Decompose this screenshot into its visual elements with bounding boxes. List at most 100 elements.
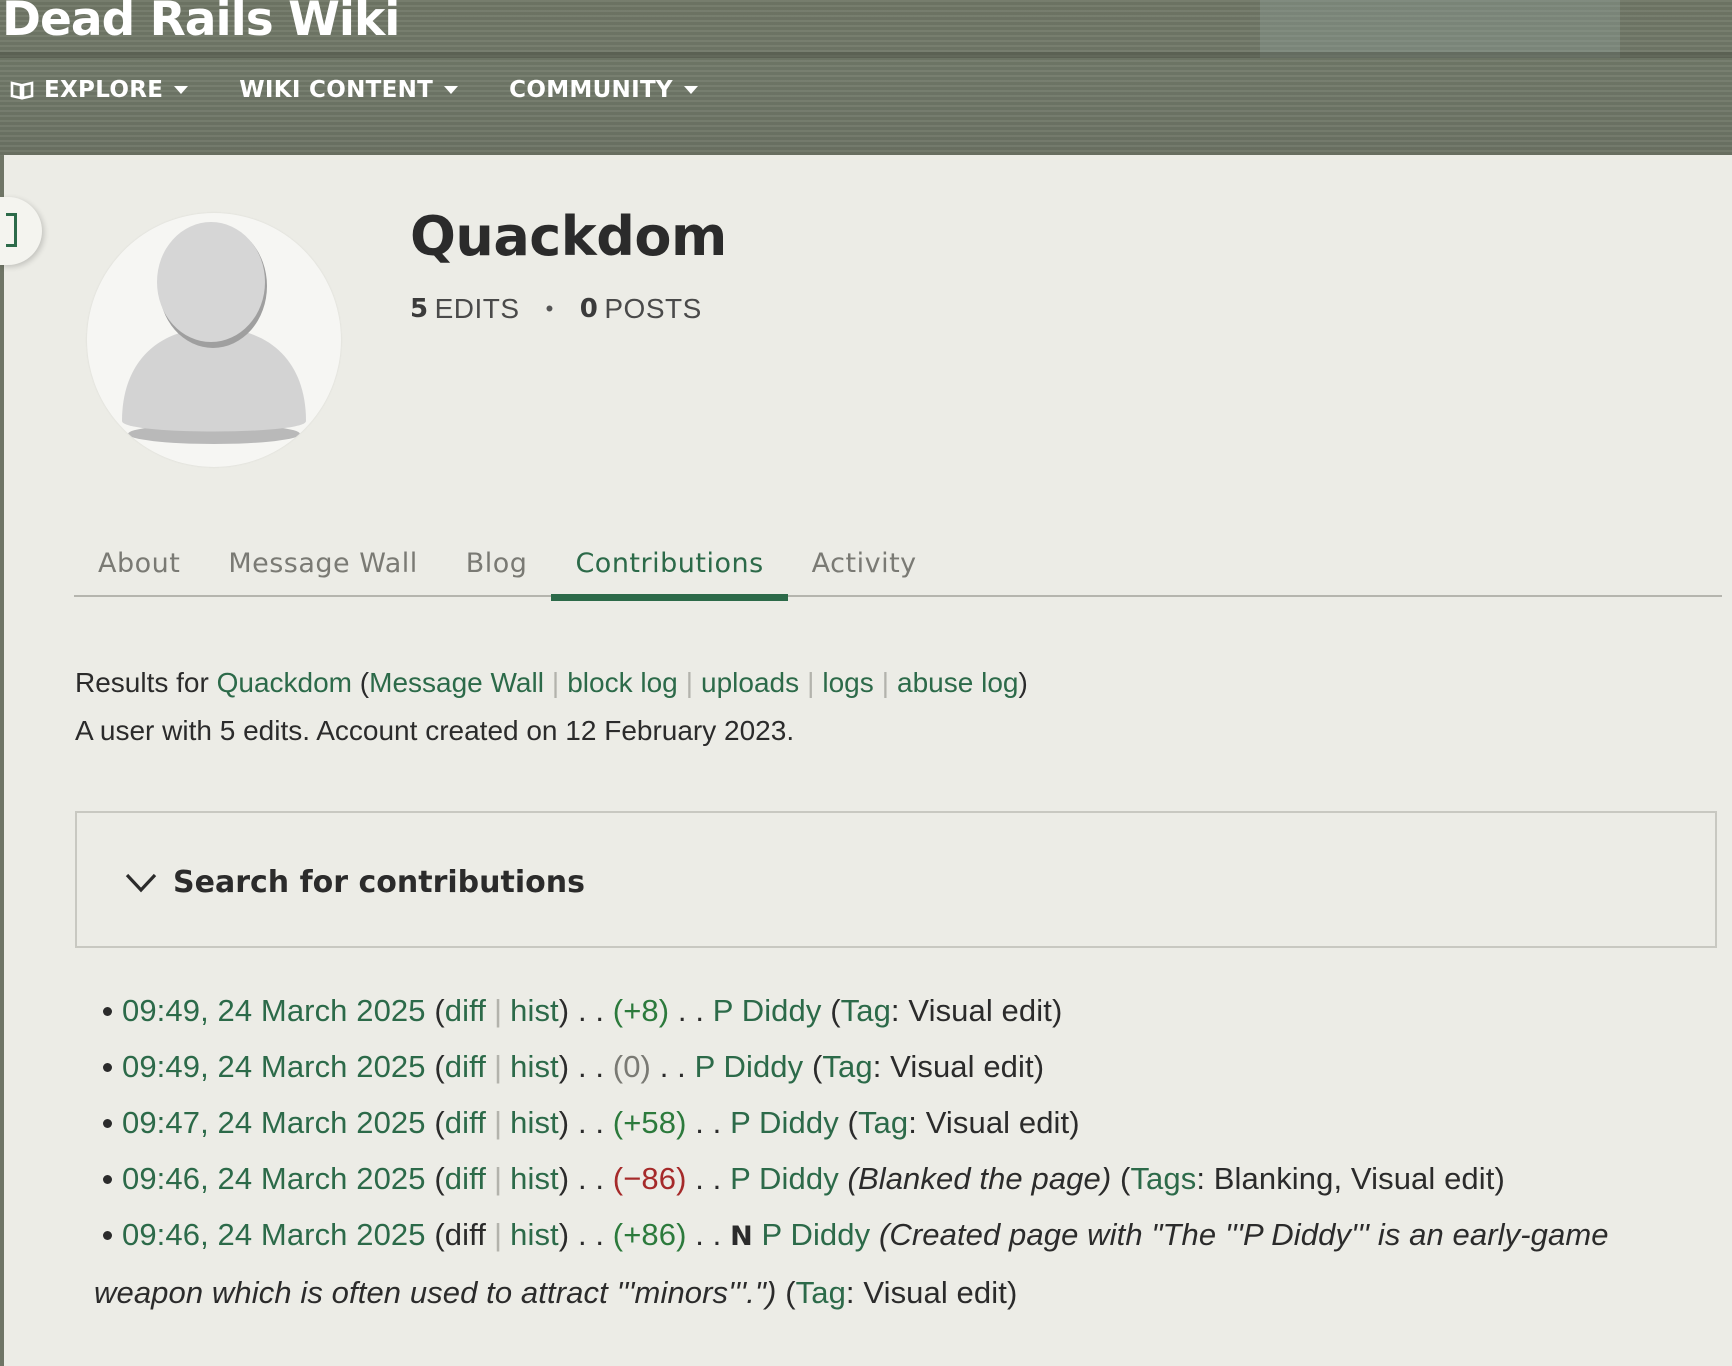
- page-link[interactable]: P Diddy: [713, 993, 822, 1028]
- wiki-title[interactable]: Dead Rails Wiki: [2, 0, 400, 48]
- page-link[interactable]: P Diddy: [730, 1161, 839, 1196]
- list-item: 09:46, 24 March 2025 ( diff | hist) . . (−8…: [94, 1151, 1714, 1207]
- dots: . .: [695, 1161, 722, 1196]
- link-separator: |: [493, 1049, 503, 1084]
- size-change: (0): [612, 1049, 651, 1084]
- colon: :: [908, 1105, 926, 1140]
- dots: . .: [577, 1049, 605, 1084]
- chevron-down-icon: [174, 86, 189, 94]
- contribution-time-link[interactable]: 09:49, 24 March 2025: [122, 1049, 426, 1084]
- wiki-nav: EXPLORE WIKI CONTENT COMMUNITY: [0, 72, 749, 108]
- paren-close: ): [1033, 1049, 1045, 1084]
- diff-link[interactable]: diff: [445, 1161, 486, 1196]
- tab-contributions[interactable]: Contributions: [551, 543, 788, 601]
- link-separator: |: [551, 667, 560, 698]
- dots: . .: [695, 1217, 722, 1252]
- tag-link[interactable]: Tag: [858, 1105, 908, 1140]
- paren-open: (: [434, 1049, 445, 1084]
- colon: :: [872, 1049, 891, 1084]
- uploads-link[interactable]: uploads: [701, 667, 799, 698]
- posts-label: POSTS: [604, 293, 702, 324]
- logs-link[interactable]: logs: [822, 667, 873, 698]
- tag-link[interactable]: Tag: [796, 1275, 846, 1310]
- list-item: 09:49, 24 March 2025 (diff | hist) . . (0)…: [94, 1039, 1714, 1095]
- diff-link[interactable]: diff: [445, 1049, 486, 1084]
- paren-close: ): [1018, 667, 1028, 698]
- tag-link[interactable]: Tags: [1130, 1161, 1196, 1196]
- link-separator: |: [493, 1105, 503, 1140]
- paren-open: (: [352, 667, 370, 698]
- chevron-down-icon: [125, 873, 157, 893]
- link-separator: |: [685, 667, 693, 698]
- paren-close: ): [1006, 1275, 1018, 1310]
- hist-link[interactable]: hist: [510, 1161, 559, 1196]
- list-item: 09:49, 24 March 2025 (diff | hist) . . (+8…: [94, 983, 1714, 1039]
- user-link[interactable]: Quackdom: [217, 667, 352, 698]
- paren-close: ): [558, 1217, 570, 1252]
- contribution-time-link[interactable]: 09:46, 24 March 2025: [122, 1161, 426, 1196]
- paren-open: (: [811, 1049, 823, 1084]
- dots: . .: [577, 1217, 605, 1252]
- paren-close: ): [558, 993, 570, 1028]
- expand-sidebar-button[interactable]: [0, 197, 42, 265]
- diff-text: diff: [444, 1217, 486, 1252]
- wiki-header: Dead Rails Wiki EXPLORE WIKI CONTENT COM…: [0, 0, 1732, 156]
- nav-community-label: COMMUNITY: [509, 77, 673, 103]
- tag-link[interactable]: Tag: [822, 1049, 872, 1084]
- hist-link[interactable]: hist: [510, 1217, 559, 1252]
- page-link[interactable]: P Diddy: [695, 1049, 804, 1084]
- dots: . .: [695, 1105, 722, 1140]
- nav-wiki-content[interactable]: WIKI CONTENT: [239, 77, 459, 103]
- diff-link[interactable]: diff: [445, 1105, 486, 1140]
- list-item-continuation: weapon which is often used to attract ''…: [94, 1265, 1714, 1321]
- expand-icon: [6, 213, 17, 247]
- contributions-list: 09:49, 24 March 2025 (diff | hist) . . (+8…: [94, 983, 1714, 1321]
- nav-explore[interactable]: EXPLORE: [0, 77, 189, 103]
- search-contributions-panel[interactable]: Search for contributions: [75, 811, 1717, 948]
- paren-close: ): [1051, 993, 1063, 1028]
- nav-community[interactable]: COMMUNITY: [509, 77, 699, 103]
- paren-close: ): [558, 1105, 570, 1140]
- block-log-link[interactable]: block log: [567, 667, 678, 698]
- tab-activity[interactable]: Activity: [788, 543, 941, 597]
- tab-message-wall[interactable]: Message Wall: [204, 543, 441, 597]
- header-background-glow: [1260, 0, 1620, 58]
- hist-link[interactable]: hist: [510, 1105, 559, 1140]
- link-separator: |: [807, 667, 815, 698]
- contribution-time-link[interactable]: 09:49, 24 March 2025: [122, 993, 426, 1028]
- dots: . .: [577, 1161, 605, 1196]
- abuse-log-link[interactable]: abuse log: [897, 667, 1018, 698]
- page-link[interactable]: P Diddy: [762, 1217, 871, 1252]
- avatar[interactable]: [87, 213, 341, 467]
- message-wall-link[interactable]: Message Wall: [369, 667, 544, 698]
- tab-about[interactable]: About: [74, 543, 204, 597]
- paren-close: ): [558, 1161, 570, 1196]
- paren-open: (: [830, 993, 841, 1028]
- paren-close: ): [558, 1049, 570, 1084]
- size-change: (−86): [612, 1161, 687, 1196]
- tag-values: Visual edit: [908, 993, 1052, 1028]
- edit-summary: (Created page with "The '''P Diddy''' is…: [878, 1217, 1609, 1252]
- link-separator: |: [493, 1161, 503, 1196]
- hist-link[interactable]: hist: [510, 1049, 559, 1084]
- contribution-time-link[interactable]: 09:47, 24 March 2025: [122, 1105, 426, 1140]
- list-item: 09:46, 24 March 2025 (diff | hist) . . (+8…: [94, 1207, 1714, 1321]
- paren-open: (: [1120, 1161, 1131, 1196]
- size-change: (+58): [612, 1105, 687, 1140]
- results-prefix: Results for: [75, 667, 217, 698]
- edits-label: EDITS: [434, 293, 520, 324]
- link-separator: |: [493, 1217, 503, 1252]
- page-title: Quackdom: [410, 205, 727, 268]
- page-link[interactable]: P Diddy: [730, 1105, 839, 1140]
- edits-count: 5: [410, 294, 429, 324]
- diff-link[interactable]: diff: [445, 993, 486, 1028]
- tag-link[interactable]: Tag: [841, 993, 891, 1028]
- tag-values: Visual edit: [925, 1105, 1070, 1140]
- tab-blog[interactable]: Blog: [442, 543, 552, 597]
- contribution-time-link[interactable]: 09:46, 24 March 2025: [122, 1217, 426, 1252]
- paren-open: (: [434, 1105, 445, 1140]
- colon: :: [1196, 1161, 1214, 1196]
- paren-open: (: [434, 993, 445, 1028]
- hist-link[interactable]: hist: [510, 993, 559, 1028]
- account-info: A user with 5 edits. Account created on …: [75, 715, 795, 746]
